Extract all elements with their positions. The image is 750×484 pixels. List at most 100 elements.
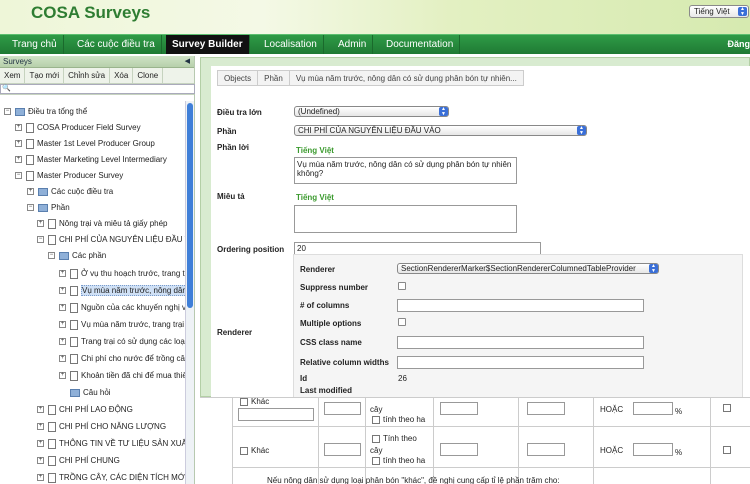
columns-input[interactable] [397,299,644,312]
tree-item[interactable]: + Trang trại có sử dụng các loại [59,336,185,348]
tree-item[interactable]: − Các phần [48,250,106,262]
nav-item-survey-builder[interactable]: Survey Builder [166,35,250,54]
per-ha-checkbox[interactable] [372,416,380,424]
survey-select[interactable]: (Undefined) ▲ ▼ [294,106,449,117]
scrollbar-thumb[interactable] [187,103,193,308]
nav-item-documentation[interactable]: Documentation [380,35,461,54]
tree-item[interactable]: + CHI PHÍ CHUNG [37,455,120,467]
expand-toggle-icon[interactable]: + [37,423,44,431]
nav-item-admin[interactable]: Admin [332,35,374,54]
expand-toggle-icon[interactable]: + [15,124,22,132]
page-icon [70,353,78,364]
nav-item-home[interactable]: Trang chủ [6,35,64,54]
delete-button[interactable]: Xóa [110,68,134,83]
multiple-options-label: Multiple options [300,319,362,328]
collapse-toggle-icon[interactable]: − [27,204,34,212]
panel-title: Surveys ◀ [0,56,194,68]
nav-user-login[interactable]: Đăng [728,35,750,54]
tree-item[interactable]: − CHI PHÍ CỦA NGUYÊN LIỆU ĐẦU VÀ [37,234,185,246]
tree-item[interactable]: + Master 1st Level Producer Group [15,138,155,150]
row-checkbox[interactable] [723,404,731,412]
row-checkbox[interactable] [723,446,731,454]
view-button[interactable]: Xem [0,68,26,83]
expand-toggle-icon[interactable]: + [59,372,66,380]
collapse-icon[interactable]: ◀ [185,56,190,68]
expand-toggle-icon[interactable]: + [59,321,66,329]
tree-search-input[interactable] [0,84,195,94]
percent-sign: % [675,448,683,457]
suppress-number-checkbox[interactable] [398,282,406,290]
collapse-toggle-icon[interactable]: − [48,252,55,260]
collapse-toggle-icon[interactable]: − [4,108,11,116]
css-class-input[interactable] [397,336,644,349]
language-select[interactable]: Tiếng Việt ▲ ▼ [689,5,749,18]
expand-toggle-icon[interactable]: + [59,270,66,278]
edit-button[interactable]: Chỉnh sửa [64,68,111,83]
section-editor: Objects Phần Vụ mùa năm trước, nông dân … [200,57,750,398]
tree-item[interactable]: + Master Marketing Level Intermediary [15,154,167,166]
tree-item[interactable]: + Chi phí cho nước để trồng cây [59,353,185,365]
other-checkbox[interactable] [240,447,248,455]
tree-item[interactable]: + Vụ mùa năm trước, trang trại có [59,319,185,331]
main-nav: Trang chủ Các cuộc điều tra Survey Build… [0,34,750,54]
collapse-toggle-icon[interactable]: − [37,236,44,244]
value-input[interactable] [527,443,565,456]
tree-item[interactable]: + CHI PHÍ LAO ĐỘNG [37,404,133,416]
collapse-toggle-icon[interactable]: − [15,172,22,180]
expand-toggle-icon[interactable]: + [37,457,44,465]
expand-toggle-icon[interactable]: + [37,406,44,414]
tree-item[interactable]: + Ở vụ thu hoạch trước, trang trại [59,268,185,280]
tree-item[interactable]: + Các cuộc điều tra [27,186,113,198]
nav-item-localisation[interactable]: Localisation [258,35,324,54]
breadcrumb-section[interactable]: Phần [257,70,290,86]
expand-toggle-icon[interactable]: + [15,140,22,148]
nav-item-surveys[interactable]: Các cuộc điều tra [71,35,162,54]
expand-toggle-icon[interactable]: + [59,355,66,363]
expand-toggle-icon[interactable]: + [59,304,66,312]
expand-toggle-icon[interactable]: + [27,188,34,196]
value-input[interactable] [440,443,478,456]
tree-item[interactable]: + THÔNG TIN VỀ TƯ LIỆU SẢN XUẤT [37,438,185,450]
tree-item[interactable]: + TRỒNG CÂY, CÁC DIỆN TÍCH MỚI [37,472,185,484]
new-button[interactable]: Tạo mới [25,68,65,83]
multiple-options-checkbox[interactable] [398,318,406,326]
value-input[interactable] [527,402,565,415]
expand-toggle-icon[interactable]: + [15,156,22,164]
expand-toggle-icon[interactable]: + [59,338,66,346]
relative-widths-input[interactable] [397,356,644,369]
tree-item[interactable]: + Khoản tiền đã chi để mua thiết [59,370,185,382]
tree-item-label: CHI PHÍ CHO NĂNG LƯỢNG [59,422,167,431]
renderer-select[interactable]: SectionRendererMarker$SectionRendererCol… [397,263,659,274]
breadcrumb-objects[interactable]: Objects [217,70,259,86]
tree-item[interactable]: − Phần [27,202,70,214]
tree-item-selected[interactable]: + Vụ mùa năm trước, nông dân có [59,285,185,297]
price-by-checkbox[interactable] [372,435,380,443]
other-checkbox[interactable] [240,398,248,406]
tree-item[interactable]: − Master Producer Survey [15,170,123,182]
expand-toggle-icon[interactable]: + [59,287,66,295]
value-input[interactable] [440,402,478,415]
other-input[interactable] [238,408,314,421]
text-textarea[interactable]: Vụ mùa năm trước, nông dân có sử dụng ph… [294,157,517,184]
description-textarea[interactable] [294,205,517,233]
expand-toggle-icon[interactable]: + [37,440,44,448]
percent-input[interactable] [633,402,673,415]
tree-item[interactable]: Câu hỏi [59,387,111,399]
section-select[interactable]: CHI PHÍ CỦA NGUYÊN LIỆU ĐẦU VÀO ▲ ▼ [294,125,587,136]
tree-item[interactable]: + COSA Producer Field Survey [15,122,141,134]
section-select-value: CHI PHÍ CỦA NGUYÊN LIỆU ĐẦU VÀO [298,126,441,135]
tree-scrollbar[interactable] [185,101,194,484]
expand-toggle-icon[interactable]: + [37,474,44,482]
quantity-input[interactable] [324,443,361,456]
per-ha-checkbox[interactable] [372,457,380,465]
panel-title-text: Surveys [3,57,32,66]
tree-item[interactable]: + CHI PHÍ CHO NĂNG LƯỢNG [37,421,166,433]
tree-item[interactable]: + Nguồn của các khuyến nghị về [59,302,185,314]
quantity-input[interactable] [324,402,361,415]
tree-item[interactable]: − Điều tra tổng thể [4,106,87,118]
percent-input[interactable] [633,443,673,456]
clone-button[interactable]: Clone [133,68,164,83]
expand-toggle-icon[interactable]: + [37,220,44,228]
tree-item[interactable]: + Nông trại và miêu tả giấy phép [37,218,168,230]
last-modified-label: Last modified [300,386,353,395]
